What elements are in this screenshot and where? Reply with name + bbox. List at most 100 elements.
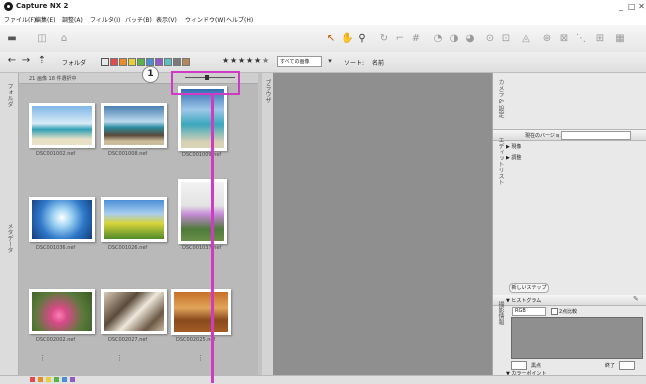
- zoom-tool-icon[interactable]: ⚲: [356, 33, 368, 45]
- lasso-icon[interactable]: ⊛: [541, 33, 553, 45]
- crop-icon[interactable]: #: [410, 33, 422, 45]
- callout-highlight-box: [171, 71, 240, 95]
- hand-tool-icon[interactable]: ✋: [341, 33, 353, 45]
- camera-settings-tab[interactable]: カメラ & 設定: [496, 79, 505, 118]
- image-browser: 21 画像 18 件選択中 DSC001002.nef DSC001008.ne…: [19, 73, 258, 375]
- tree-item[interactable]: ▶ 調整: [506, 154, 521, 161]
- close-button[interactable]: □ ✕: [628, 2, 645, 11]
- histogram-channel-select[interactable]: RGB: [512, 307, 546, 316]
- thumbnail[interactable]: [29, 197, 95, 242]
- status-label-swatch[interactable]: [30, 377, 35, 382]
- sort-value[interactable]: 名前: [372, 58, 384, 67]
- rating-star-icon[interactable]: ★: [222, 56, 229, 65]
- title-bar: Capture NX 2 _ □ ✕: [0, 0, 646, 14]
- thumbnail[interactable]: [171, 289, 231, 335]
- version-select[interactable]: [561, 131, 631, 140]
- menu-view[interactable]: 表示(V): [156, 15, 177, 24]
- label-filter-2[interactable]: [119, 58, 127, 66]
- marquee-icon[interactable]: ⊠: [558, 33, 570, 45]
- status-label-swatch[interactable]: [46, 377, 51, 382]
- folder-label[interactable]: フォルダ: [62, 58, 86, 67]
- folders-tab[interactable]: フォルダ: [5, 83, 14, 107]
- fill-icon[interactable]: ⊞: [594, 33, 606, 45]
- menu-file[interactable]: ファイル(F): [4, 15, 36, 24]
- compare-checkbox[interactable]: [551, 308, 558, 315]
- red-eye-icon[interactable]: ◔: [432, 33, 444, 45]
- thumbnail[interactable]: [178, 179, 227, 244]
- thumbnail[interactable]: [101, 197, 167, 242]
- main-toolbar: ▬ ◫ ⌂ ↖ ✋ ⚲ ↻ ⌐ # ◔ ◑ ◕ ⊙ ⊡ ◬ ⊛ ⊠ ⋱ ⊞ ▦: [0, 25, 646, 53]
- menu-adjust[interactable]: 調整(A): [62, 15, 83, 24]
- image-viewer[interactable]: [273, 73, 492, 375]
- edit-list-tab[interactable]: エディットリスト: [496, 137, 505, 185]
- label-filter-8[interactable]: [173, 58, 181, 66]
- direct-select-icon[interactable]: ↖: [325, 33, 337, 45]
- rating-star-icon[interactable]: ★: [238, 56, 245, 65]
- menu-filter[interactable]: フィルタ(I): [90, 15, 120, 24]
- thumbnail[interactable]: [101, 289, 167, 334]
- rating-star-icon[interactable]: ★: [262, 56, 269, 65]
- status-label-swatch[interactable]: [70, 377, 75, 382]
- back-arrow-icon[interactable]: ←: [6, 55, 18, 67]
- selection-brush-icon[interactable]: ◬: [520, 33, 532, 45]
- auto-retouch-icon[interactable]: ◑: [448, 33, 460, 45]
- label-filter-1[interactable]: [110, 58, 118, 66]
- histogram-title[interactable]: ▼ ヒストグラム: [506, 297, 541, 304]
- thumbnail[interactable]: [29, 103, 95, 148]
- black-level-input[interactable]: [511, 361, 527, 370]
- menu-edit[interactable]: 編集(E): [35, 15, 55, 24]
- label-filter-7[interactable]: [164, 58, 172, 66]
- end-level-input[interactable]: [619, 361, 635, 370]
- browser-status: 21 画像 18 件選択中: [29, 76, 77, 82]
- minimize-button[interactable]: _: [619, 2, 623, 11]
- save-icon[interactable]: ⌂: [58, 33, 70, 45]
- thumbnail[interactable]: [29, 289, 95, 334]
- callout-number-badge: 1: [142, 66, 159, 83]
- layout-icon[interactable]: ▬: [6, 33, 18, 45]
- rating-star-icon[interactable]: ★: [246, 56, 253, 65]
- menu-window[interactable]: ウィンドウ(W): [185, 15, 226, 24]
- straighten-icon[interactable]: ⌐: [394, 33, 406, 45]
- metadata-tab[interactable]: メタデータ: [5, 223, 14, 253]
- image-filter-select[interactable]: すべての画像: [277, 56, 322, 67]
- callout-line: [211, 95, 214, 383]
- label-filter-0[interactable]: [101, 58, 109, 66]
- forward-arrow-icon[interactable]: →: [20, 55, 32, 67]
- rating-star-icon[interactable]: ★: [230, 56, 237, 65]
- thumbnail-caption: DSC001008.nef: [108, 151, 148, 157]
- rating-star-icon[interactable]: ★: [254, 56, 261, 65]
- compare-label: 2点比較: [559, 309, 578, 315]
- color-point-icon[interactable]: ⊙: [484, 33, 496, 45]
- thumbnail[interactable]: [101, 103, 167, 148]
- browser-tab[interactable]: ブラウザ: [263, 79, 272, 103]
- more-indicator: ⋮: [197, 354, 204, 362]
- histogram-side-label: 撮影情報: [497, 301, 504, 325]
- compare-icon[interactable]: ◫: [36, 33, 48, 45]
- label-filter-4[interactable]: [137, 58, 145, 66]
- left-panel-strip[interactable]: フォルダ メタデータ: [0, 73, 19, 375]
- status-label-swatch[interactable]: [38, 377, 43, 382]
- gray-point-icon[interactable]: ⊡: [500, 33, 512, 45]
- status-label-swatch[interactable]: [54, 377, 59, 382]
- menu-batch[interactable]: バッチ(B): [125, 15, 152, 24]
- new-step-button[interactable]: 新しいステップ: [509, 283, 549, 293]
- label-filter-9[interactable]: [182, 58, 190, 66]
- thumbnail-caption: DSC001036.nef: [36, 245, 76, 251]
- rotate-icon[interactable]: ↻: [378, 33, 390, 45]
- gradient-icon[interactable]: ⋱: [575, 33, 587, 45]
- label-filter-5[interactable]: [146, 58, 154, 66]
- label-filter-3[interactable]: [128, 58, 136, 66]
- thumbnail[interactable]: [178, 86, 227, 151]
- browser-scrollbar[interactable]: [258, 73, 262, 375]
- status-label-swatch[interactable]: [62, 377, 67, 382]
- app-title: Capture NX 2: [16, 2, 69, 10]
- histogram-display[interactable]: [511, 317, 643, 359]
- folder-up-icon[interactable]: ⇡: [36, 55, 48, 67]
- end-level-label: 終了: [605, 363, 616, 369]
- tree-item[interactable]: ▶ 現像: [506, 143, 521, 150]
- black-point-icon[interactable]: ◕: [464, 33, 476, 45]
- paint-icon[interactable]: ▦: [614, 33, 626, 45]
- label-filter-6[interactable]: [155, 58, 163, 66]
- menu-help[interactable]: ヘルプ(H): [226, 15, 253, 24]
- eyedropper-icon[interactable]: ✎: [633, 295, 639, 303]
